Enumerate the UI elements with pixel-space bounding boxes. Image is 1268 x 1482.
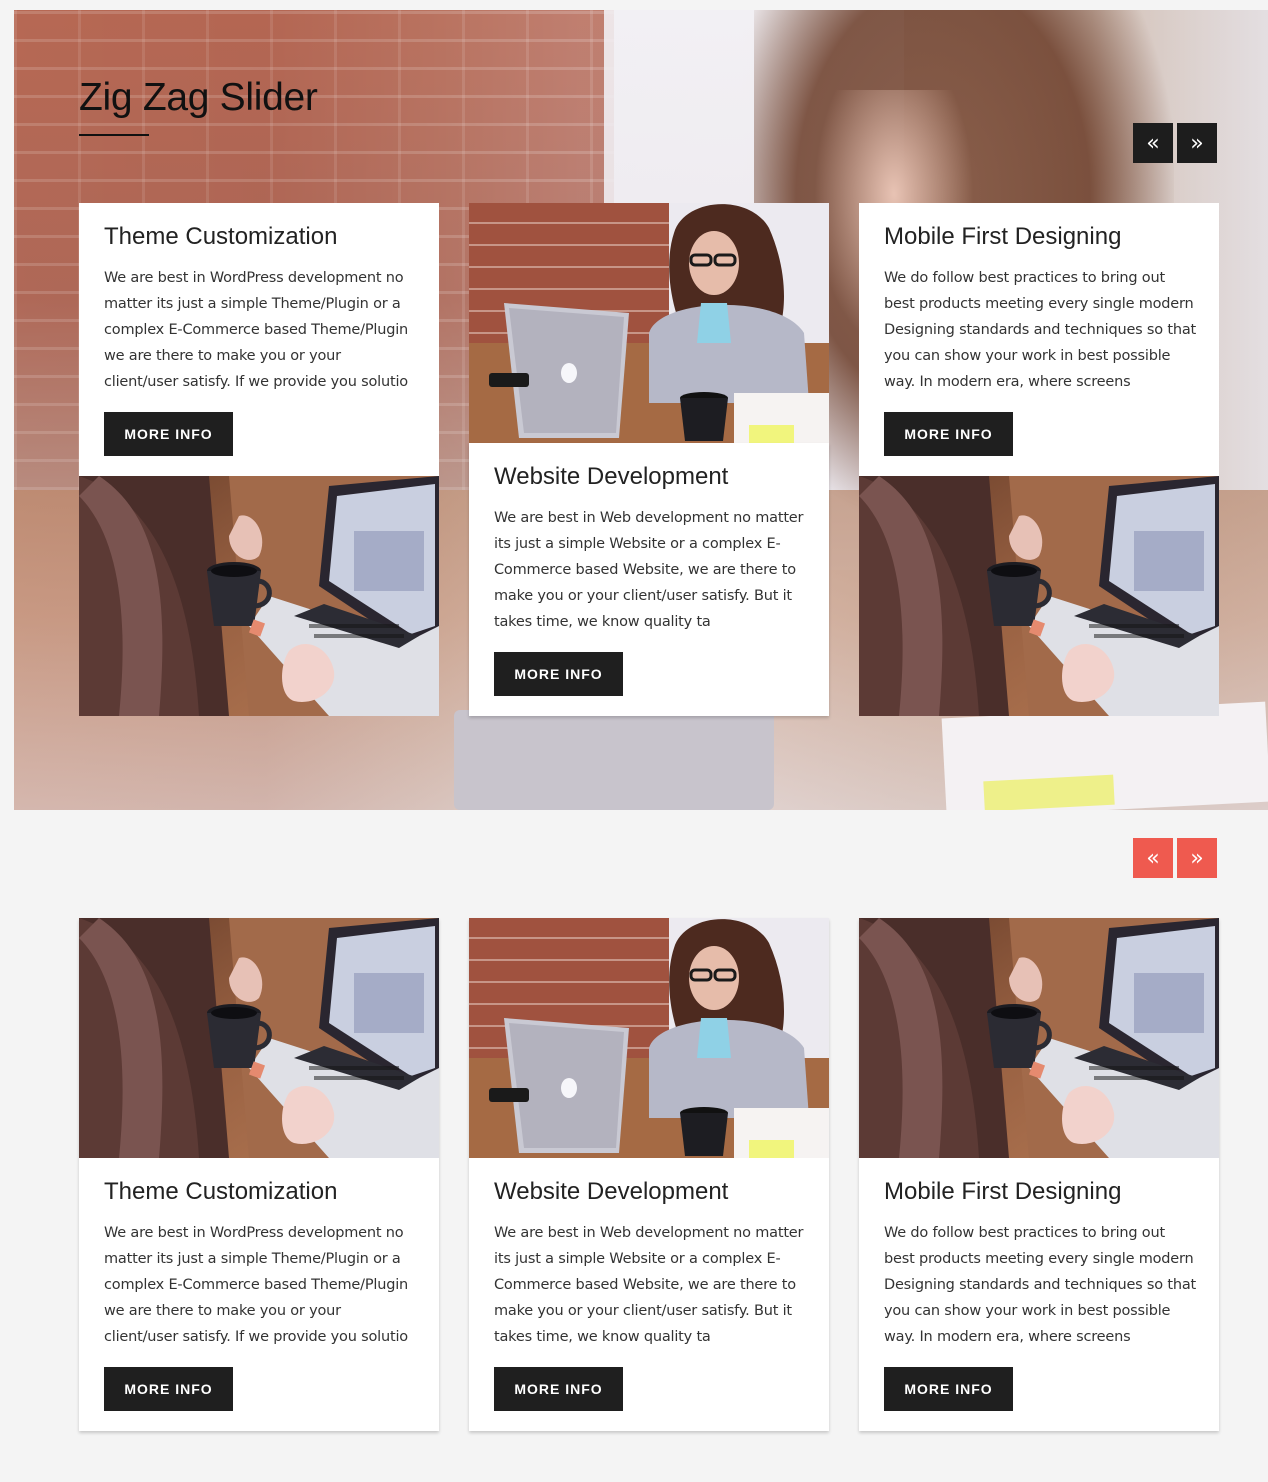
card-image-woman-glasses-laptop <box>469 203 829 443</box>
card-mobile-first-designing: Mobile First Designing We do follow best… <box>859 918 1219 1431</box>
double-chevron-right-icon: » <box>1190 130 1204 156</box>
more-info-button[interactable]: MORE INFO <box>494 652 623 696</box>
hero-card-website-development: Website Development We are best in Web d… <box>469 443 829 716</box>
slider-title: Zig Zag Slider <box>79 76 318 119</box>
card-description: We do follow best practices to bring out… <box>884 1225 1197 1345</box>
card-title: Theme Customization <box>104 223 338 250</box>
slider-prev-button[interactable]: « <box>1133 838 1173 878</box>
hero-card-theme-customization: Theme Customization We are best in WordP… <box>79 203 439 476</box>
background-sticky-note <box>983 774 1115 810</box>
more-info-button[interactable]: MORE INFO <box>884 1367 1013 1411</box>
double-chevron-left-icon: « <box>1146 845 1160 871</box>
more-info-button[interactable]: MORE INFO <box>884 412 1013 456</box>
double-chevron-left-icon: « <box>1146 130 1160 156</box>
title-underline <box>79 134 149 136</box>
card-image-woman-coffee-laptop <box>79 476 439 716</box>
double-chevron-right-icon: » <box>1190 845 1204 871</box>
card-image-woman-glasses-laptop <box>469 918 829 1158</box>
card-title: Website Development <box>494 463 729 490</box>
card-description: We are best in Web development no matter… <box>494 1225 804 1345</box>
card-title: Website Development <box>494 1178 729 1205</box>
card-description: We are best in WordPress development no … <box>104 270 409 390</box>
card-title: Theme Customization <box>104 1178 338 1205</box>
card-title: Mobile First Designing <box>884 223 1122 250</box>
background-laptop <box>454 710 774 810</box>
more-info-button[interactable]: MORE INFO <box>494 1367 623 1411</box>
card-title: Mobile First Designing <box>884 1178 1122 1205</box>
card-theme-customization: Theme Customization We are best in WordP… <box>79 918 439 1431</box>
card-image-woman-coffee-laptop <box>79 918 439 1158</box>
card-description: We are best in Web development no matter… <box>494 510 804 630</box>
card-image-woman-coffee-laptop <box>859 476 1219 716</box>
hero-prev-button[interactable]: « <box>1133 123 1173 163</box>
card-image-woman-coffee-laptop <box>859 918 1219 1158</box>
card-description: We do follow best practices to bring out… <box>884 270 1197 390</box>
card-description: We are best in WordPress development no … <box>104 1225 409 1345</box>
hero-next-button[interactable]: » <box>1177 123 1217 163</box>
hero-card-mobile-first-designing: Mobile First Designing We do follow best… <box>859 203 1219 476</box>
more-info-button[interactable]: MORE INFO <box>104 412 233 456</box>
slider-next-button[interactable]: » <box>1177 838 1217 878</box>
card-website-development: Website Development We are best in Web d… <box>469 918 829 1431</box>
more-info-button[interactable]: MORE INFO <box>104 1367 233 1411</box>
